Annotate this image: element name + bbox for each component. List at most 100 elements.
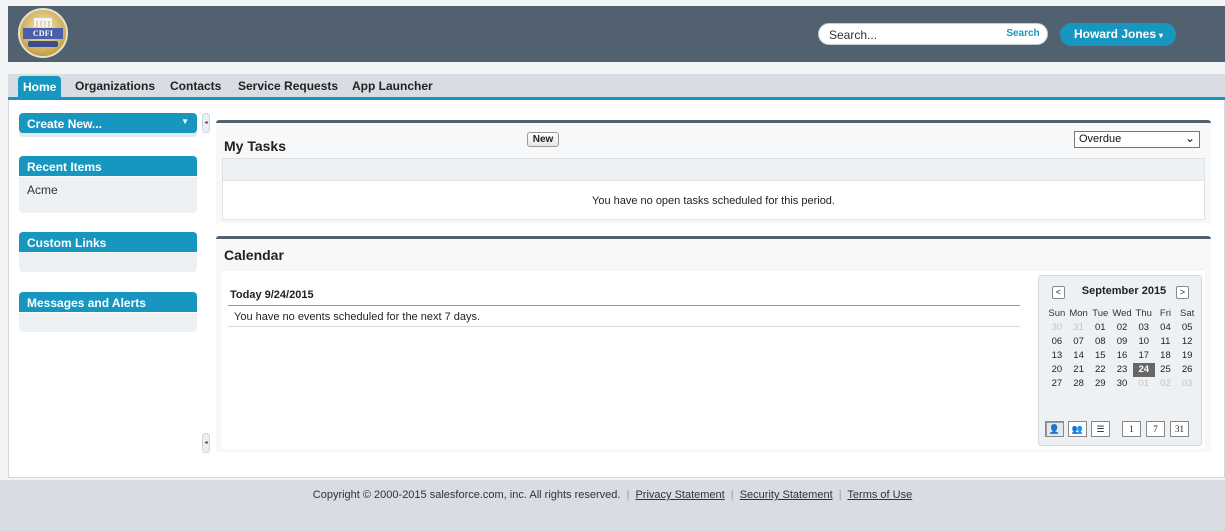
divider: [228, 326, 1020, 327]
calendar-day[interactable]: 30: [1111, 377, 1133, 391]
my-tasks-title: My Tasks: [224, 138, 286, 154]
logo-building-icon: [34, 18, 52, 27]
calendar-day[interactable]: 20: [1046, 363, 1068, 377]
calendar-day[interactable]: 25: [1155, 363, 1177, 377]
list-view-icon[interactable]: ☰: [1091, 421, 1110, 437]
calendar-day[interactable]: 11: [1155, 335, 1177, 349]
calendar-day[interactable]: 06: [1046, 335, 1068, 349]
prev-month-button[interactable]: <: [1052, 286, 1065, 299]
multi-user-view-icon[interactable]: 👥: [1068, 421, 1087, 437]
calendar-day[interactable]: 09: [1111, 335, 1133, 349]
calendar-day[interactable]: 04: [1155, 321, 1177, 335]
calendar-week-row: 30 31 01 02 03 04 05: [1046, 321, 1198, 335]
tab-bar: Home Organizations Contacts Service Requ…: [8, 74, 1225, 100]
calendar-day[interactable]: 18: [1155, 349, 1177, 363]
calendar-week-row: 13 14 15 16 17 18 19: [1046, 349, 1198, 363]
separator: |: [730, 489, 734, 501]
calendar-day[interactable]: 08: [1089, 335, 1111, 349]
new-task-button[interactable]: New: [527, 132, 559, 147]
weekday-label: Fri: [1159, 308, 1171, 319]
calendar-day[interactable]: 19: [1176, 349, 1198, 363]
tab-contacts[interactable]: Contacts: [170, 79, 221, 93]
terms-of-use-link[interactable]: Terms of Use: [847, 489, 912, 501]
calendar-day[interactable]: 01: [1089, 321, 1111, 335]
calendar-day[interactable]: 23: [1111, 363, 1133, 377]
user-menu-button[interactable]: Howard Jones ▾: [1060, 23, 1176, 46]
sidebar-collapse-handle-bottom[interactable]: ◂: [202, 433, 210, 453]
calendar-day[interactable]: 22: [1089, 363, 1111, 377]
calendar-day[interactable]: 29: [1089, 377, 1111, 391]
month-label: September 2015: [1081, 285, 1167, 297]
calendar-title: Calendar: [224, 247, 284, 263]
calendar-day[interactable]: 03: [1133, 321, 1155, 335]
tab-home[interactable]: Home: [18, 76, 62, 98]
calendar-day[interactable]: 01: [1133, 377, 1155, 391]
week-view-button[interactable]: 7: [1146, 421, 1165, 437]
search-input[interactable]: [829, 27, 999, 42]
tasks-list: You have no open tasks scheduled for thi…: [222, 158, 1205, 220]
weekday-label: Sun: [1048, 308, 1066, 319]
logo-base: [28, 41, 58, 47]
calendar-day[interactable]: 26: [1176, 363, 1198, 377]
month-view-button[interactable]: 31: [1170, 421, 1189, 437]
calendar-day[interactable]: 30: [1046, 321, 1068, 335]
events-empty-message: You have no events scheduled for the nex…: [234, 311, 481, 323]
privacy-statement-link[interactable]: Privacy Statement: [635, 489, 724, 501]
calendar-day[interactable]: 14: [1068, 349, 1090, 363]
calendar-day[interactable]: 12: [1176, 335, 1198, 349]
cdfi-fund-logo[interactable]: CDFI FUND: [18, 8, 68, 58]
tab-service-requests[interactable]: Service Requests: [238, 79, 338, 93]
messages-alerts-header: Messages and Alerts: [19, 292, 197, 312]
tasks-empty-message: You have no open tasks scheduled for thi…: [592, 195, 835, 207]
calendar-day[interactable]: 27: [1046, 377, 1068, 391]
search-box: Search: [818, 23, 1048, 45]
custom-links-body: [19, 253, 197, 272]
create-new-button[interactable]: Create New... ▼: [19, 113, 197, 133]
weekday-label: Wed: [1112, 308, 1132, 319]
calendar-day[interactable]: 07: [1068, 335, 1090, 349]
chevron-down-icon: ▾: [1159, 31, 1164, 40]
calendar-day[interactable]: 10: [1133, 335, 1155, 349]
calendar-body: Today 9/24/2015 You have no events sched…: [222, 269, 1205, 449]
calendar-day[interactable]: 05: [1176, 321, 1198, 335]
security-statement-link[interactable]: Security Statement: [740, 489, 833, 501]
calendar-day[interactable]: 03: [1176, 377, 1198, 391]
calendar-day[interactable]: 31: [1068, 321, 1090, 335]
weekday-label: Mon: [1069, 308, 1088, 319]
task-filter-select[interactable]: Overdue ⌄: [1074, 131, 1200, 148]
search-button[interactable]: Search: [1001, 26, 1045, 42]
calendar-day[interactable]: 15: [1089, 349, 1111, 363]
calendar-day[interactable]: 16: [1111, 349, 1133, 363]
sidebar-collapse-handle-top[interactable]: ◂: [202, 113, 210, 133]
separator: |: [626, 489, 630, 501]
mini-calendar-grid: Sun Mon Tue Wed Thu Fri Sat 30 31 01 02 03 04 05 06 07 0…: [1046, 307, 1198, 391]
today-date-label[interactable]: Today 9/24/2015: [230, 289, 314, 301]
weekday-label: Sat: [1180, 308, 1195, 319]
mini-calendar: < September 2015 > Sun Mon Tue Wed Thu Fri Sat…: [1038, 275, 1202, 446]
calendar-day[interactable]: 17: [1133, 349, 1155, 363]
calendar-day[interactable]: 02: [1155, 377, 1177, 391]
tab-organizations[interactable]: Organizations: [75, 79, 155, 93]
calendar-day[interactable]: 28: [1068, 377, 1090, 391]
chevron-down-icon: ⌄: [1184, 131, 1195, 145]
caret-down-icon: ▼: [181, 117, 189, 126]
separator: |: [838, 489, 842, 501]
divider: [228, 305, 1020, 306]
calendar-day[interactable]: 02: [1111, 321, 1133, 335]
tab-app-launcher[interactable]: App Launcher: [352, 79, 433, 93]
day-view-button[interactable]: 1: [1122, 421, 1141, 437]
single-user-view-icon[interactable]: 👤: [1045, 421, 1064, 437]
calendar-week-row: 06 07 08 09 10 11 12: [1046, 335, 1198, 349]
next-month-button[interactable]: >: [1176, 286, 1189, 299]
recent-item-link[interactable]: Acme: [27, 183, 189, 197]
calendar-week-row: 27 28 29 30 01 02 03: [1046, 377, 1198, 391]
messages-alerts-body: [19, 313, 197, 332]
recent-items-header: Recent Items: [19, 156, 197, 176]
custom-links-header: Custom Links: [19, 232, 197, 252]
calendar-day-today[interactable]: 24: [1132, 363, 1155, 377]
calendar-day[interactable]: 13: [1046, 349, 1068, 363]
footer-text: Copyright © 2000-2015 salesforce.com, in…: [0, 489, 1225, 501]
calendar-day[interactable]: 21: [1068, 363, 1090, 377]
create-new-label: Create New...: [27, 117, 102, 131]
logo-text: CDFI FUND: [23, 28, 63, 49]
